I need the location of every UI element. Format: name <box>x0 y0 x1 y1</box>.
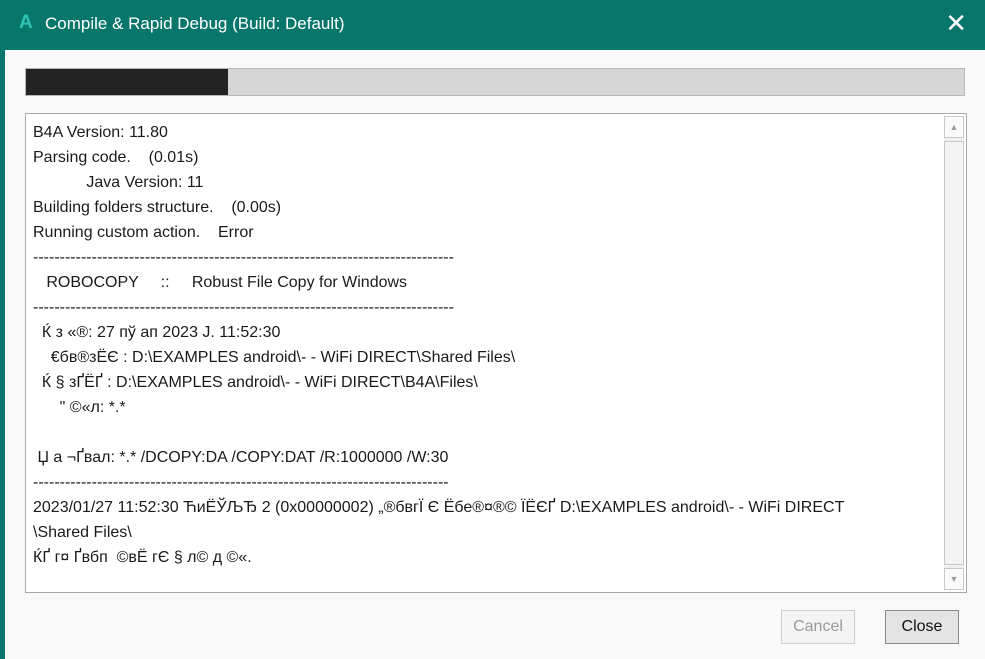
log-line: Java Version: 11 <box>33 174 204 191</box>
cancel-button[interactable]: Cancel <box>781 610 855 644</box>
log-line: \Shared Files\ <box>33 524 132 541</box>
progress-fill <box>26 69 228 95</box>
log-line: ----------------------------------------… <box>33 299 454 316</box>
scrollbar-thumb[interactable] <box>944 141 964 565</box>
window-title: Compile & Rapid Debug (Build: Default) <box>45 14 345 33</box>
log-line: " ©«л: *.* <box>33 399 126 416</box>
log-line: ----------------------------------------… <box>33 474 449 491</box>
close-icon[interactable]: ✕ <box>945 8 967 38</box>
log-output[interactable]: B4A Version: 11.80 Parsing code. (0.01s) … <box>25 113 967 593</box>
scroll-down-arrow-icon[interactable]: ▼ <box>944 568 964 590</box>
log-line: Џ а ¬Ґвал: *.* /DCOPY:DA /COPY:DAT /R:10… <box>33 449 449 466</box>
close-button[interactable]: Close <box>885 610 959 644</box>
log-line: B4A Version: 11.80 <box>33 124 168 141</box>
log-line: Building folders structure. (0.00s) <box>33 199 282 216</box>
log-line: ЌҐ г¤ Ґвбп ©вЁ гЄ § л© д ©«. <box>33 549 252 566</box>
log-line: Parsing code. (0.01s) <box>33 149 199 166</box>
progress-bar <box>25 68 965 96</box>
log-text: B4A Version: 11.80 Parsing code. (0.01s) … <box>33 120 938 570</box>
window-border <box>0 50 5 659</box>
vertical-scrollbar[interactable]: ▲ ▼ <box>944 116 964 590</box>
log-line: €бв®зЁЄ : D:\EXAMPLES android\- - WiFi D… <box>33 349 516 366</box>
log-line: ----------------------------------------… <box>33 249 454 266</box>
title-bar: A Compile & Rapid Debug (Build: Default)… <box>0 0 985 50</box>
log-line: Ќ з «®: 27 пў ап 2023 Ј. 11:52:30 <box>33 324 281 341</box>
log-line: Ќ § зҐЁҐ : D:\EXAMPLES android\- - WiFi … <box>33 374 478 391</box>
log-line: 2023/01/27 11:52:30 ЋиЁЎЉЂ 2 (0x00000002… <box>33 499 845 516</box>
scroll-up-arrow-icon[interactable]: ▲ <box>944 116 964 138</box>
b4a-app-icon: A <box>19 12 33 33</box>
log-line: ROBOCOPY :: Robust File Copy for Windows <box>33 274 408 291</box>
log-line: Running custom action. Error <box>33 224 254 241</box>
